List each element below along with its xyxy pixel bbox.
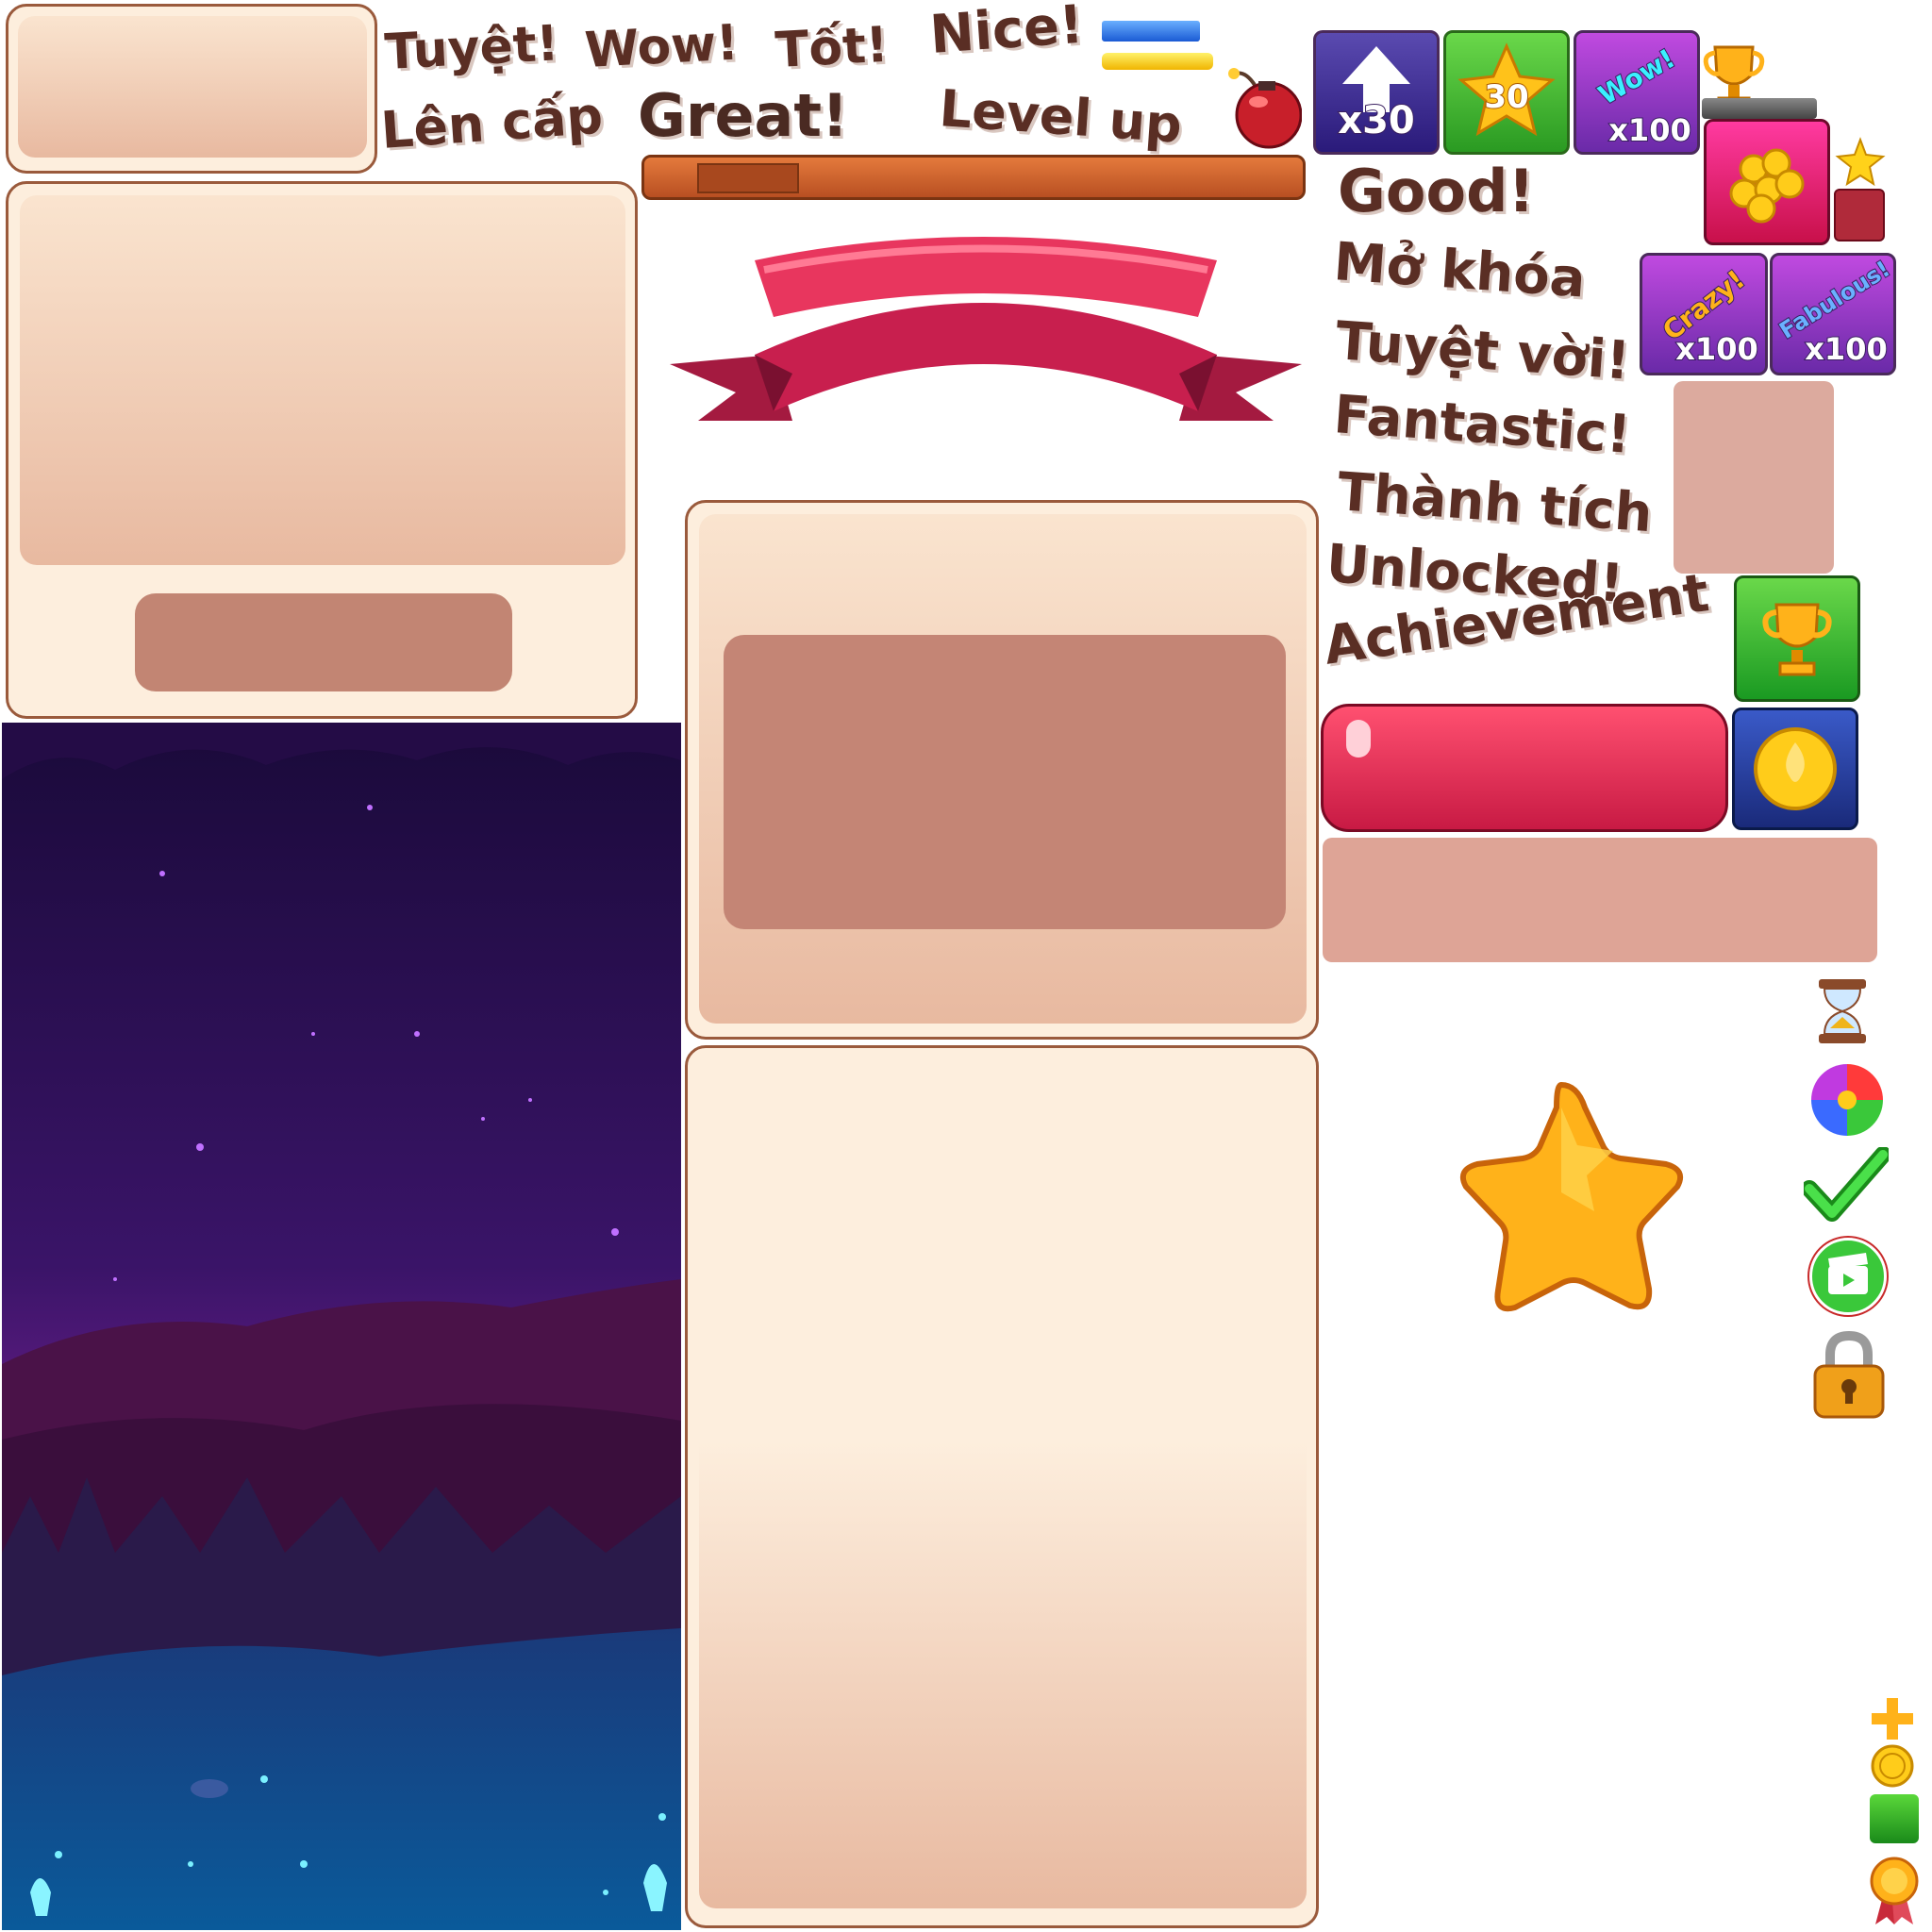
word-wow: Wow! [582, 13, 741, 80]
red-glossy-button[interactable] [1321, 704, 1728, 832]
word-tuyet-voi: Tuyệt vời! [1332, 309, 1633, 394]
small-parchment-panel [6, 4, 377, 174]
gold-coin-tile[interactable] [1732, 708, 1858, 830]
arrow-booster-tile[interactable]: x30 [1313, 30, 1440, 155]
trophy-icon [1762, 603, 1832, 676]
wood-progress-bar [641, 155, 1306, 200]
pink-bar-slot [1323, 838, 1877, 962]
bomb-icon [1226, 66, 1303, 151]
color-wheel-icon [1809, 1062, 1885, 1138]
content-parchment-panel [685, 500, 1319, 1040]
word-len-cap: Lên cấp [377, 84, 606, 161]
word-level-up: Level up [936, 77, 1185, 157]
word-great: Great! [636, 81, 849, 150]
trophy-progress-bar [1702, 98, 1817, 119]
coins-pack-tile[interactable] [1704, 119, 1830, 245]
crazy-reward-tile[interactable]: Crazy! x100 [1640, 253, 1768, 375]
blue-bar [1102, 21, 1200, 42]
coins-icon [1729, 148, 1805, 224]
hourglass-icon [1813, 977, 1872, 1045]
word-fantastic: Fantastic! [1330, 383, 1634, 468]
word-good: Good! [1337, 157, 1537, 225]
wow-reward-label: Wow! [1592, 42, 1682, 111]
medal-icon [1868, 1855, 1921, 1926]
button-slot[interactable] [135, 593, 512, 691]
word-nice: Nice! [926, 0, 1087, 67]
ribbon-banner [660, 223, 1311, 449]
fabulous-reward-count: x100 [1804, 330, 1888, 368]
star-booster-count: 30 [1483, 77, 1529, 117]
tall-parchment-panel [685, 1045, 1319, 1928]
night-forest-background [2, 723, 681, 1930]
green-square-icon [1870, 1794, 1919, 1843]
pink-slot [1674, 381, 1834, 574]
fabulous-reward-tile[interactable]: Fabulous! x100 [1770, 253, 1896, 375]
red-square-swatch [1834, 189, 1885, 242]
padlock-icon [1806, 1328, 1892, 1423]
word-tot: Tốt! [773, 15, 891, 80]
content-slot [724, 635, 1286, 929]
yellow-bar [1102, 53, 1213, 70]
wow-reward-count: x100 [1607, 111, 1691, 149]
wow-reward-tile[interactable]: Wow! x100 [1574, 30, 1700, 155]
word-thanh-tich: Thành tích [1334, 460, 1656, 546]
word-mo-khoa: Mở khóa [1330, 230, 1589, 311]
star-booster-tile[interactable]: 30 [1443, 30, 1570, 155]
dialog-parchment-panel [6, 181, 638, 719]
progress-slot [697, 163, 799, 193]
coin-icon [1870, 1743, 1915, 1789]
checkmark-icon [1801, 1146, 1891, 1223]
video-clapper-icon[interactable] [1807, 1236, 1889, 1317]
gold-coin-icon [1754, 727, 1837, 810]
button-highlight [1346, 720, 1371, 758]
achievement-trophy-tile[interactable] [1734, 575, 1860, 702]
plus-icon[interactable] [1868, 1694, 1917, 1743]
arrow-booster-count: x30 [1337, 98, 1415, 143]
big-star-icon [1424, 1070, 1698, 1334]
dialog-content-area [20, 195, 625, 565]
crazy-reward-count: x100 [1674, 330, 1758, 368]
word-tuyet: Tuyệt! [382, 14, 561, 83]
small-star-icon [1834, 136, 1887, 189]
